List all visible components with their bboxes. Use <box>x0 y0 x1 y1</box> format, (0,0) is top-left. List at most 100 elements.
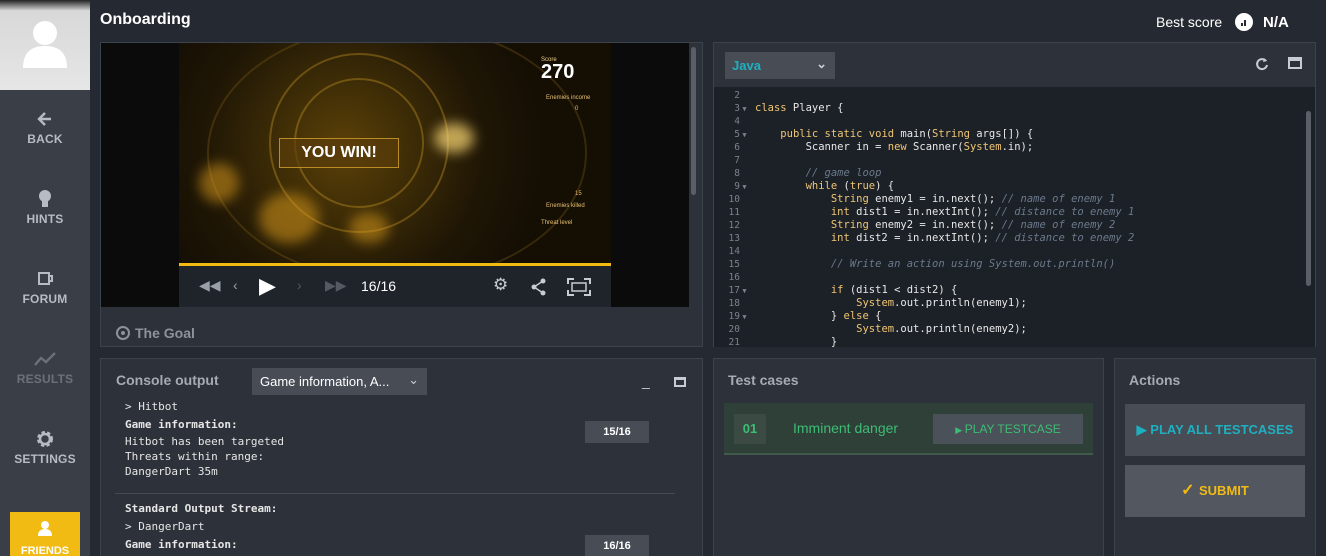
turn-badge: 15/16 <box>585 421 649 443</box>
code-text: if (dist1 < dist2) { <box>830 284 958 296</box>
fast-forward-icon: ▶▶ <box>325 277 347 293</box>
code-line: 4 <box>714 115 1304 128</box>
code-line: 9 ▼ while (true) { <box>714 180 1304 193</box>
code-text: public static void main(String args[]) { <box>780 128 1034 140</box>
line-number: 17 <box>728 285 740 296</box>
goal-tab[interactable]: The Goal <box>116 325 195 341</box>
code-line: 20 System.out.println(enemy2); <box>714 323 1304 336</box>
minimize-icon[interactable]: _ <box>642 373 650 389</box>
code-line: 19 ▼ } else { <box>714 310 1304 323</box>
ide-root: BACK HINTS FORUM RESULTS SETTINGS FRIEND… <box>0 0 1326 556</box>
line-number: 12 <box>728 220 740 231</box>
fullscreen-icon[interactable] <box>567 278 591 296</box>
language-select[interactable]: Java ⌄ <box>725 52 835 79</box>
line-number: 14 <box>728 246 740 257</box>
frame-counter: 16/16 <box>361 278 397 294</box>
line-number: 9 <box>734 181 740 192</box>
target-icon <box>116 326 130 340</box>
play-testcase-button[interactable]: ▶ PLAY TESTCASE <box>933 414 1083 444</box>
sidebar-item-forum[interactable]: FORUM <box>0 268 90 328</box>
viewer-scrollbar[interactable] <box>691 47 696 195</box>
game-canvas[interactable]: YOU WIN! Score 270 Enemies income 0 15 E… <box>101 43 689 307</box>
sidebar-item-settings[interactable]: SETTINGS <box>0 428 90 488</box>
code-text: String enemy2 = in.next(); // name of en… <box>830 219 1116 231</box>
console-title: Console output <box>116 372 219 388</box>
line-number: 8 <box>734 168 740 179</box>
line-number: 11 <box>728 207 740 218</box>
play-all-testcases-button[interactable]: ▶ PLAY ALL TESTCASES <box>1125 404 1305 456</box>
actions-title: Actions <box>1129 372 1181 388</box>
line-number: 7 <box>734 155 740 166</box>
user-icon <box>38 521 52 536</box>
code-text: int dist1 = in.nextInt(); // distance to… <box>830 206 1135 218</box>
line-number: 16 <box>728 272 740 283</box>
code-text: while (true) { <box>805 180 895 192</box>
line-number: 15 <box>728 259 740 270</box>
hud-enemies-killed: Enemies killed <box>546 203 585 209</box>
check-icon: ✓ <box>1181 482 1199 499</box>
scene-glow <box>199 163 239 203</box>
code-text: } <box>755 336 838 347</box>
testcase-name: Imminent danger <box>793 420 899 436</box>
line-number: 3 <box>734 103 740 114</box>
code-line: 12 String enemy2 = in.next(); // name of… <box>714 219 1304 232</box>
sidebar-item-back[interactable]: BACK <box>0 108 90 168</box>
maximize-icon[interactable] <box>1288 57 1302 69</box>
code-line: 5 ▼ public static void main(String args[]… <box>714 128 1304 141</box>
console-line: > DangerDart <box>125 520 205 533</box>
code-text: int dist2 = in.nextInt(); // distance to… <box>830 232 1135 244</box>
goal-label: The Goal <box>135 325 195 341</box>
console-line: > Hitbot <box>125 400 178 413</box>
code-line: 13 int dist2 = in.nextInt(); // distance… <box>714 232 1304 245</box>
settings-icon[interactable]: ⚙ <box>493 275 508 295</box>
step-forward-icon: › <box>297 277 302 293</box>
code-line: 14 <box>714 245 1304 258</box>
game-viewer-panel: YOU WIN! Score 270 Enemies income 0 15 E… <box>100 42 703 347</box>
leaderboard-icon <box>1235 13 1253 31</box>
sidebar-item-hints[interactable]: HINTS <box>0 188 90 248</box>
code-line: 17 ▼ if (dist1 < dist2) { <box>714 284 1304 297</box>
line-number: 21 <box>728 337 740 347</box>
rewind-icon[interactable]: ◀◀ <box>199 277 221 294</box>
submit-button[interactable]: ✓ SUBMIT <box>1125 465 1305 517</box>
sidebar-item-label: FORUM <box>22 292 68 306</box>
step-back-icon[interactable]: ‹ <box>233 277 238 293</box>
console-line: Game information: <box>125 418 238 431</box>
code-line: 7 <box>714 154 1304 167</box>
line-number: 10 <box>728 194 740 205</box>
replay-controls: ◀◀ ‹ ▶ › ▶▶ 16/16 ⚙ <box>179 263 611 307</box>
console-filter-select[interactable]: Game information, A... ⌄ <box>252 368 427 395</box>
code-line: 15 // Write an action using System.out.p… <box>714 258 1304 271</box>
code-line: 11 int dist1 = in.nextInt(); // distance… <box>714 206 1304 219</box>
code-text: String enemy1 = in.next(); // name of en… <box>830 193 1116 205</box>
user-avatar[interactable] <box>0 0 90 90</box>
test-cases-panel: Test cases 01 Imminent danger ▶ PLAY TES… <box>713 358 1104 556</box>
reset-code-icon[interactable] <box>1255 57 1269 71</box>
line-number: 2 <box>734 90 740 101</box>
scene-glow <box>259 193 319 243</box>
hud-enemies-income: Enemies income <box>546 95 591 101</box>
testcase-row[interactable]: 01 Imminent danger ▶ PLAY TESTCASE <box>724 403 1093 455</box>
code-scrollbar[interactable] <box>1306 111 1311 286</box>
play-all-label: PLAY ALL TESTCASES <box>1150 422 1294 437</box>
code-editor-panel: Java ⌄ 2 3 ▼ class Player {4 5 ▼ public stati… <box>713 42 1316 347</box>
sidebar-item-label: BACK <box>27 132 63 146</box>
submit-label: SUBMIT <box>1199 483 1249 498</box>
share-icon[interactable] <box>531 278 547 296</box>
code-textarea[interactable]: 2 3 ▼ class Player {4 5 ▼ public static void … <box>714 87 1315 347</box>
maximize-icon[interactable] <box>674 377 686 387</box>
code-text: } else { <box>755 310 882 322</box>
code-line: 2 <box>714 89 1304 102</box>
sidebar-item-friends[interactable]: FRIENDS <box>10 512 80 556</box>
console-line: Game information: <box>125 538 238 551</box>
turn-badge: 16/16 <box>585 535 649 556</box>
best-score-value: N/A <box>1263 14 1289 31</box>
play-icon[interactable]: ▶ <box>259 273 276 299</box>
play-testcase-label: PLAY TESTCASE <box>964 422 1061 436</box>
line-number: 5 <box>734 129 740 140</box>
chart-icon <box>34 352 56 366</box>
